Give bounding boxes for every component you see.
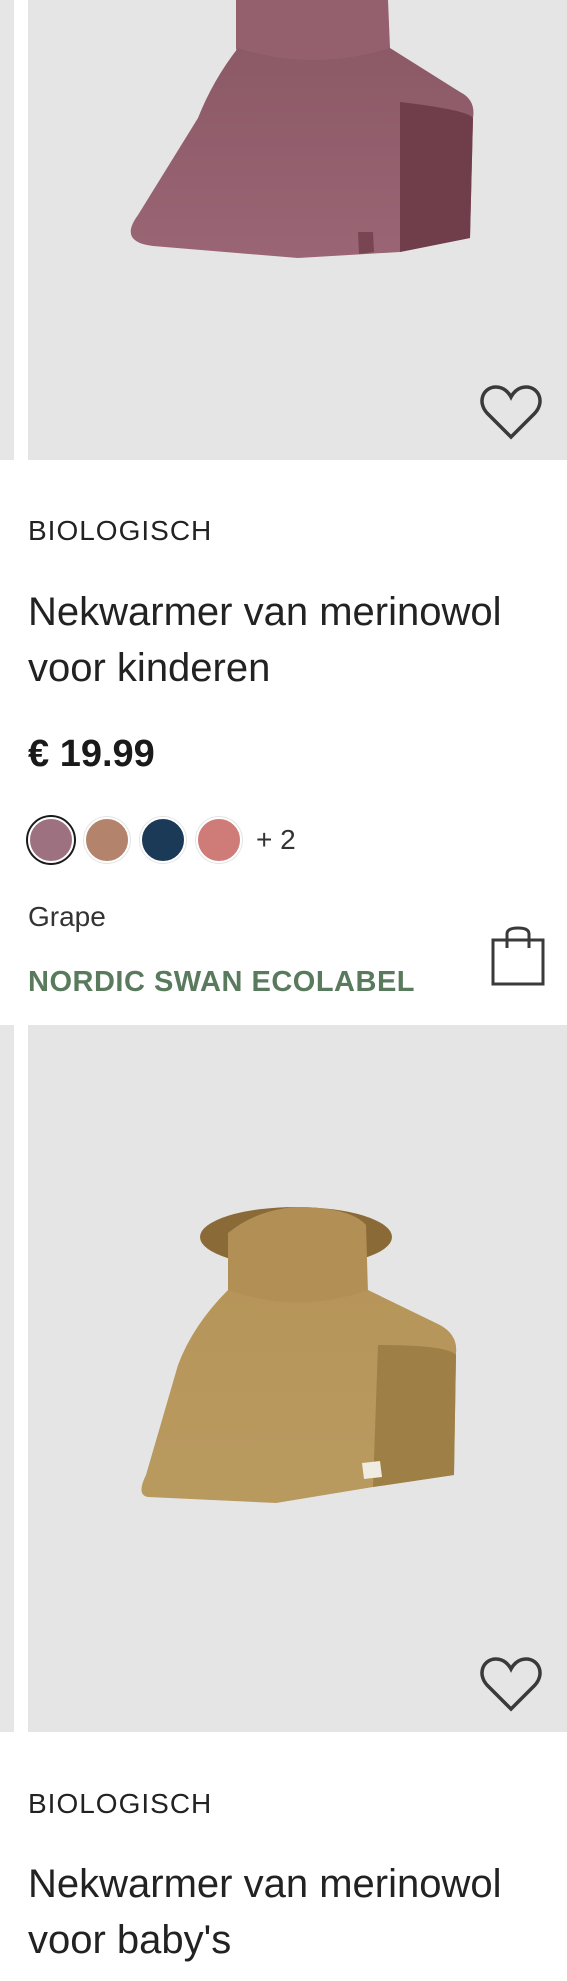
ecolabel-badge: NORDIC SWAN ECOLABEL bbox=[28, 966, 415, 998]
product-title[interactable]: Nekwarmer van merinowol voor baby's bbox=[28, 1856, 557, 1968]
selected-color-name: Grape bbox=[28, 901, 106, 932]
heart-icon[interactable] bbox=[479, 1655, 543, 1715]
color-swatches: + 2 bbox=[28, 817, 296, 863]
card-edge-strip bbox=[0, 0, 14, 460]
product-image-2[interactable] bbox=[28, 1025, 567, 1732]
product-image-1[interactable] bbox=[28, 0, 567, 460]
heart-icon[interactable] bbox=[479, 383, 543, 443]
color-swatch-caramel[interactable] bbox=[84, 817, 130, 863]
neck-warmer-image-ochre bbox=[141, 1207, 457, 1503]
more-colors-count[interactable]: + 2 bbox=[256, 824, 296, 856]
color-swatch-rose[interactable] bbox=[196, 817, 242, 863]
color-swatch-navy[interactable] bbox=[140, 817, 186, 863]
color-swatch-grape[interactable] bbox=[28, 817, 74, 863]
product-price: € 19.99 bbox=[28, 733, 155, 775]
product-title[interactable]: Nekwarmer van merinowol voor kinderen bbox=[28, 584, 557, 696]
product-label-organic: BIOLOGISCH bbox=[28, 1788, 213, 1819]
shopping-bag-icon[interactable] bbox=[490, 926, 546, 988]
product-label-organic: BIOLOGISCH bbox=[28, 515, 213, 546]
card-edge-strip bbox=[0, 1025, 14, 1732]
